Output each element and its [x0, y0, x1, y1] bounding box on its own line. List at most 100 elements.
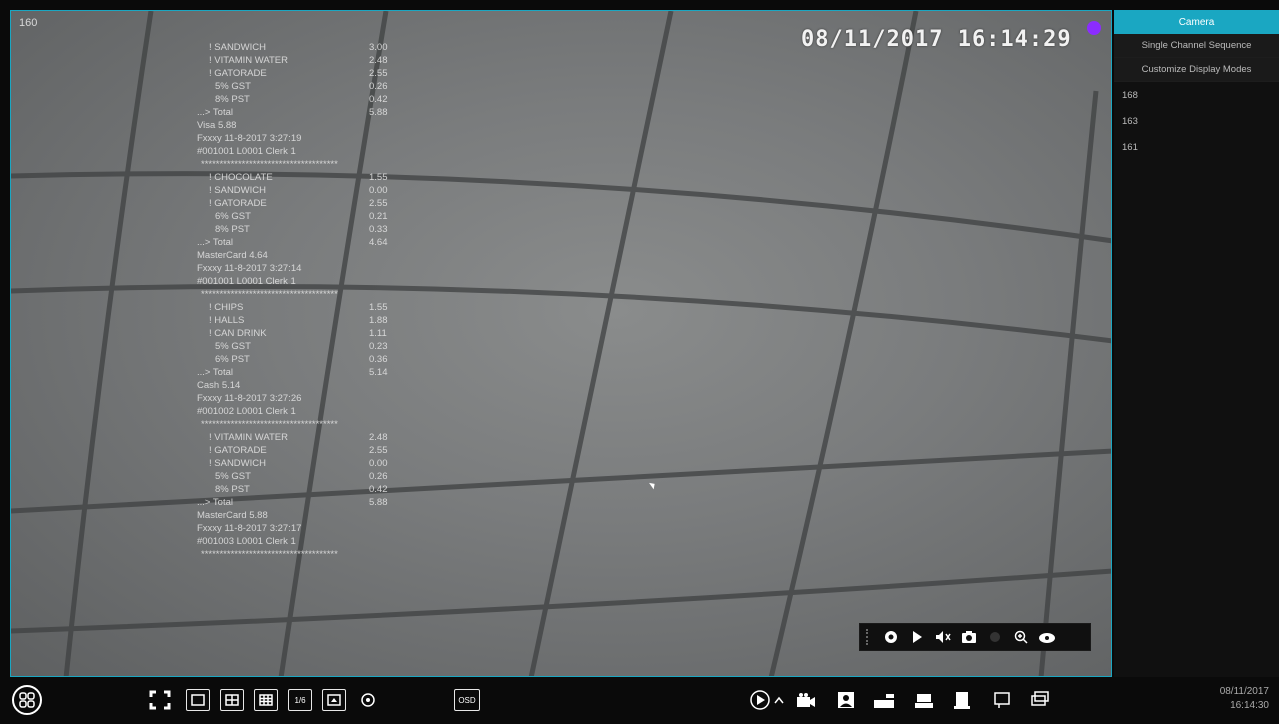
camera-list-item[interactable]: 163 — [1114, 108, 1279, 134]
receipt-line: ...> Total 5.14 — [197, 366, 517, 379]
disk-status-button[interactable] — [872, 689, 896, 711]
receipt-line: Fxxxy 11-8-2017 3:27:19 — [197, 132, 517, 145]
osd-datetime: 08/11/2017 16:14:29 — [801, 27, 1072, 52]
info-button[interactable] — [990, 689, 1014, 711]
zoom-icon[interactable] — [1010, 626, 1032, 648]
record-button[interactable] — [794, 689, 818, 711]
layout-4-button[interactable] — [220, 689, 244, 711]
layout-1-button[interactable] — [186, 689, 210, 711]
drag-handle-icon[interactable] — [866, 629, 874, 645]
face-detect-button[interactable] — [834, 689, 858, 711]
receipt-line: ! SANDWICH 3.00 — [197, 41, 517, 54]
receipt-line: Cash 5.14 — [197, 379, 517, 392]
receipt-line: #001001 L0001 Clerk 1 — [197, 275, 517, 288]
receipt-line: ! SANDWICH 0.00 — [197, 457, 517, 470]
receipt-line-label: ...> Total — [197, 367, 234, 378]
receipt-line-label: MasterCard 4.64 — [197, 250, 268, 261]
record-indicator-icon — [1087, 21, 1101, 35]
tab-customize-display-modes[interactable]: Customize Display Modes — [1114, 58, 1279, 82]
playback-button[interactable] — [748, 689, 772, 711]
chevron-up-icon — [774, 696, 784, 704]
receipt-line: Fxxxy 11-8-2017 3:27:17 — [197, 522, 517, 535]
receipt-line-label: #001001 L0001 Clerk 1 — [197, 146, 296, 157]
receipt-line-label: ! CAN DRINK — [209, 328, 267, 339]
fullscreen-icon — [149, 690, 171, 710]
receipt-line-label: Fxxxy 11-8-2017 3:27:26 — [197, 393, 302, 404]
receipt-line: 8% PST 0.42 — [197, 483, 517, 496]
ptz-icon[interactable] — [1036, 626, 1058, 648]
receipt-line: #001003 L0001 Clerk 1 — [197, 535, 517, 548]
receipt-line-amount: 2.55 — [369, 445, 388, 456]
receipt-line: 8% PST 0.42 — [197, 93, 517, 106]
receipt-line: ************************************* — [197, 418, 517, 431]
receipt-line-label: Fxxxy 11-8-2017 3:27:19 — [197, 133, 302, 144]
receipt-line-amount: 2.48 — [369, 432, 388, 443]
receipt-line-amount: 5.88 — [369, 107, 388, 118]
record-icon[interactable] — [880, 626, 902, 648]
receipt-line: Fxxxy 11-8-2017 3:27:14 — [197, 262, 517, 275]
receipt-line-amount: 0.26 — [369, 471, 388, 482]
receipt-line: ...> Total 5.88 — [197, 496, 517, 509]
snapshot-icon[interactable] — [958, 626, 980, 648]
receipt-line-label: #001003 L0001 Clerk 1 — [197, 536, 296, 547]
receipt-line-label: ! GATORADE — [209, 68, 267, 79]
receipt-line-label: ************************************* — [201, 289, 338, 300]
receipt-line-amount: 0.36 — [369, 354, 388, 365]
receipt-line-amount: 3.00 — [369, 42, 388, 53]
receipt-line-label: 6% GST — [215, 211, 251, 222]
receipt-line-amount: 0.33 — [369, 224, 388, 235]
layout-custom-button[interactable]: 1/6 — [288, 689, 312, 711]
sequence-button[interactable] — [356, 689, 380, 711]
single-screen-icon — [191, 694, 205, 706]
backup-button[interactable] — [950, 689, 974, 711]
receipt-line: ! CHOCOLATE 1.55 — [197, 171, 517, 184]
tab-single-channel-sequence[interactable]: Single Channel Sequence — [1114, 34, 1279, 58]
receipt-line: 6% GST 0.21 — [197, 210, 517, 223]
layout-9-button[interactable] — [254, 689, 278, 711]
receipt-line: Visa 5.88 — [197, 119, 517, 132]
clock-time: 16:14:30 — [1230, 700, 1269, 711]
sequence-icon — [361, 693, 375, 707]
multi-screen-button[interactable] — [1028, 689, 1052, 711]
receipt-line: 5% GST 0.26 — [197, 80, 517, 93]
clock-date: 08/11/2017 — [1219, 686, 1269, 697]
play-icon[interactable] — [906, 626, 928, 648]
receipt-line: ! VITAMIN WATER 2.48 — [197, 54, 517, 67]
receipt-line: #001002 L0001 Clerk 1 — [197, 405, 517, 418]
receipt-line: 6% PST 0.36 — [197, 353, 517, 366]
receipt-line: ...> Total 4.64 — [197, 236, 517, 249]
receipt-line-label: 5% GST — [215, 471, 251, 482]
osd-button[interactable]: OSD — [454, 689, 480, 711]
fullscreen-button[interactable] — [148, 689, 172, 711]
receipt-line: MasterCard 4.64 — [197, 249, 517, 262]
network-status-button[interactable] — [912, 689, 936, 711]
receipt-line-label: Fxxxy 11-8-2017 3:27:14 — [197, 263, 302, 274]
tab-camera[interactable]: Camera — [1114, 10, 1279, 34]
receipt-line: ************************************* — [197, 158, 517, 171]
person-id-icon — [838, 692, 854, 708]
receipt-line-amount: 1.55 — [369, 302, 388, 313]
camera-list-item[interactable]: 168 — [1114, 82, 1279, 108]
receipt-line: ************************************* — [197, 288, 517, 301]
start-menu-button[interactable] — [12, 685, 42, 715]
video-pane[interactable]: 160 08/11/2017 16:14:29 ! SANDWICH 3.00! … — [10, 10, 1112, 677]
receipt-line-amount: 4.64 — [369, 237, 388, 248]
receipt-line-amount: 1.55 — [369, 172, 388, 183]
play-circle-icon — [750, 690, 770, 710]
receipt-line-label: ...> Total — [197, 497, 234, 508]
grid-background — [11, 11, 1111, 676]
volume-icon[interactable] — [932, 626, 954, 648]
receipt-line: ! GATORADE 2.55 — [197, 67, 517, 80]
preview-mini-toolbar — [859, 623, 1091, 651]
switch-layout-button[interactable] — [322, 689, 346, 711]
tag-icon — [994, 692, 1010, 708]
playback-options-button[interactable] — [772, 689, 786, 711]
receipt-line-label: ! CHOCOLATE — [209, 172, 273, 183]
receipt-line-label: 5% GST — [215, 341, 251, 352]
camera-list-item[interactable]: 161 — [1114, 134, 1279, 160]
receipt-line-amount: 0.00 — [369, 185, 388, 196]
receipt-line: #001001 L0001 Clerk 1 — [197, 145, 517, 158]
receipt-line-label: ************************************* — [201, 549, 338, 560]
receipt-line-label: ! SANDWICH — [209, 185, 266, 196]
receipt-line-label: 8% PST — [215, 484, 250, 495]
